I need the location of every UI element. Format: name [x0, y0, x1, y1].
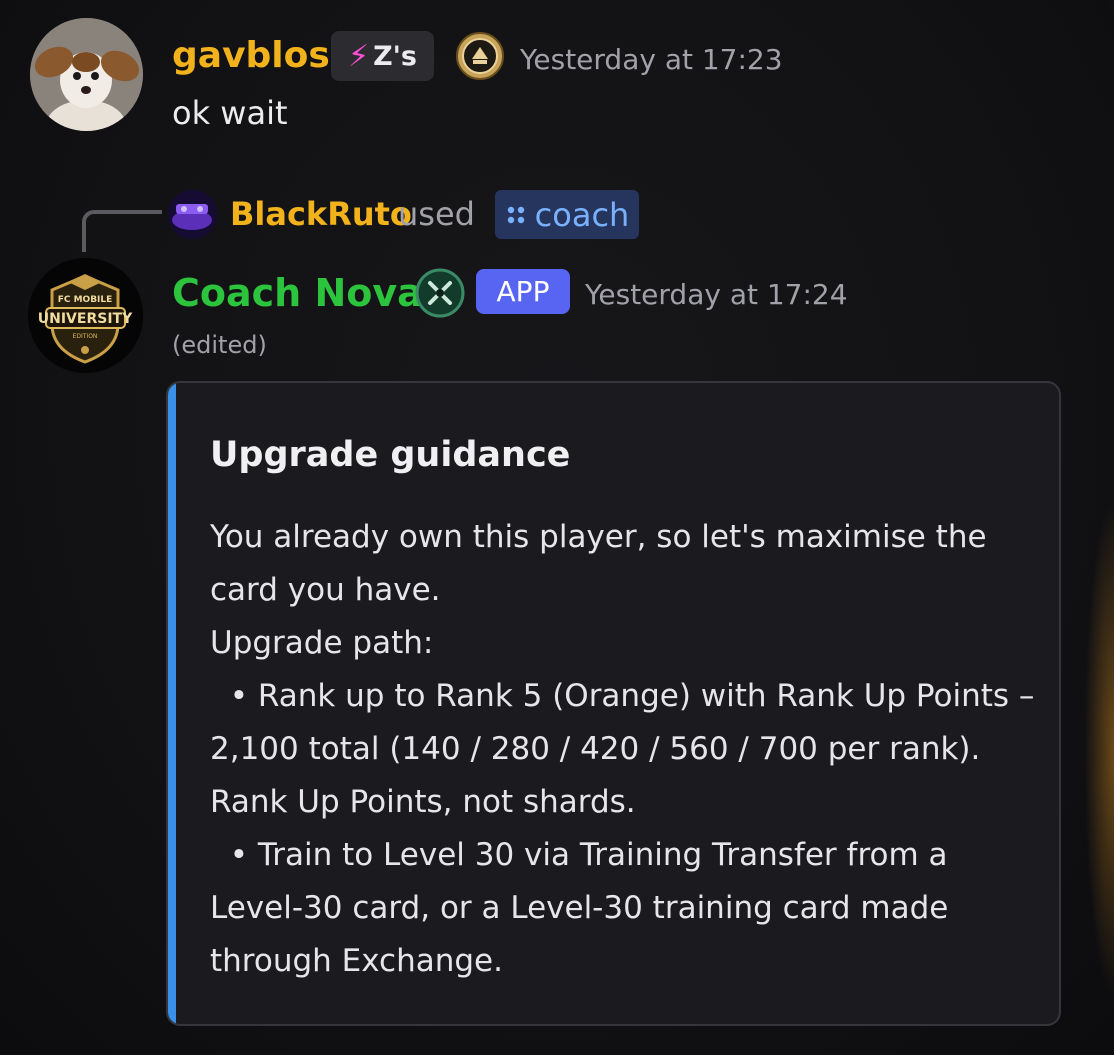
reply-avatar[interactable]	[168, 190, 217, 239]
command-chip[interactable]: coach	[495, 190, 639, 239]
embed-accent-bar	[168, 383, 176, 1024]
embed-title: Upgrade guidance	[210, 435, 571, 475]
embed-line: • Train to Level 30 via Training Transfe…	[210, 837, 948, 873]
message-text: ok wait	[172, 94, 288, 132]
embed-line: Upgrade path:	[210, 625, 434, 661]
embed-line: Level-30 card, or a Level-30 training ca…	[210, 890, 949, 926]
reply-connector	[82, 210, 162, 252]
logo-text-main: UNIVERSITY	[38, 311, 133, 327]
embed-line: card you have.	[210, 572, 441, 608]
embed-description: You already own this player, so let's ma…	[210, 511, 1059, 988]
embed-line: You already own this player, so let's ma…	[210, 519, 987, 555]
embed-line: 2,100 total (140 / 280 / 420 / 560 / 700…	[210, 731, 981, 767]
edited-label: (edited)	[172, 331, 267, 359]
crossed-swords-icon[interactable]	[415, 268, 465, 318]
embed: Upgrade guidance You already own this pl…	[166, 381, 1061, 1026]
username[interactable]: gavblosi	[172, 34, 342, 78]
avatar[interactable]	[30, 18, 143, 131]
university-logo-icon: FC MOBILE UNIVERSITY EDITION	[28, 258, 143, 373]
guild-tag-label: Z's	[373, 40, 417, 72]
timestamp[interactable]: Yesterday at 17:24	[585, 277, 848, 313]
coin-badge-icon[interactable]	[455, 31, 505, 81]
reply-username[interactable]: BlackRuto	[230, 194, 412, 234]
embed-line: Rank Up Points, not shards.	[210, 784, 636, 820]
blackruto-avatar-icon	[168, 190, 217, 239]
edge-glow	[1084, 500, 1114, 1000]
logo-text-top: FC MOBILE	[58, 295, 113, 305]
lightning-bolt-icon: ⚡	[348, 38, 370, 74]
username[interactable]: Coach Nova	[172, 270, 423, 316]
embed-line: • Rank up to Rank 5 (Orange) with Rank U…	[210, 678, 1035, 714]
reply-used-label: used	[398, 195, 475, 233]
guild-tag[interactable]: ⚡ Z's	[331, 31, 434, 81]
command-name: coach	[534, 195, 630, 234]
logo-text-sub: EDITION	[73, 333, 98, 340]
embed-line: through Exchange.	[210, 943, 503, 979]
app-badge: APP	[476, 269, 570, 314]
avatar[interactable]: FC MOBILE UNIVERSITY EDITION	[28, 258, 143, 373]
timestamp[interactable]: Yesterday at 17:23	[520, 42, 783, 78]
slash-command-icon	[505, 196, 527, 234]
dog-avatar-icon	[30, 18, 143, 131]
